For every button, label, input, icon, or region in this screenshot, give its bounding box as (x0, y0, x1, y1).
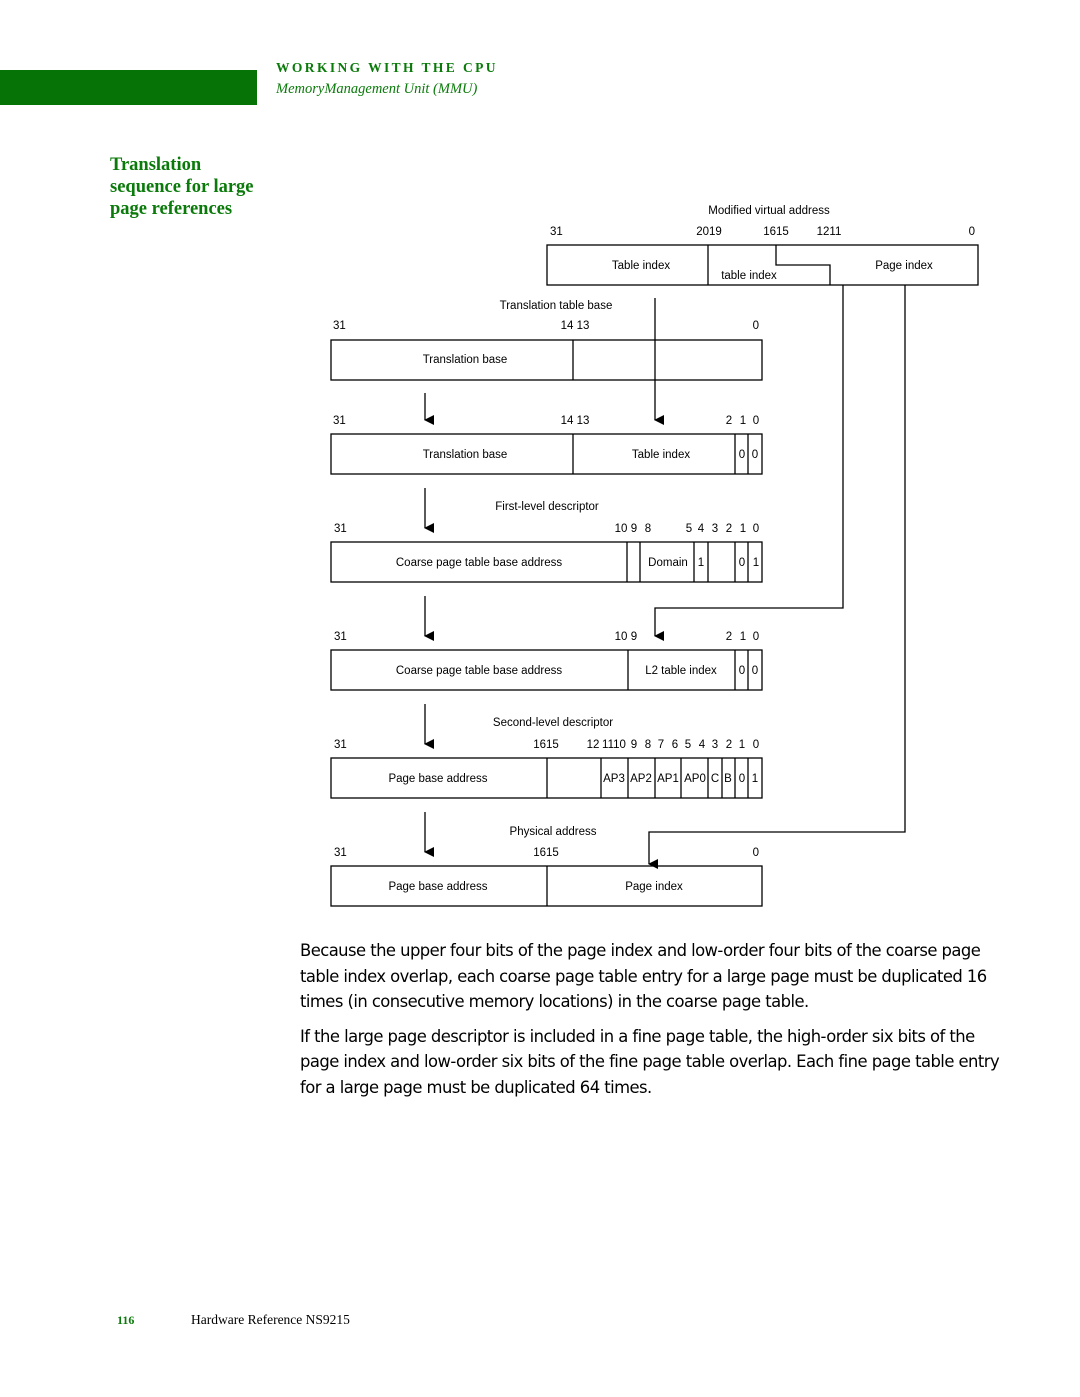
first-level-address (330, 433, 763, 475)
ttb-title: Translation table base (500, 300, 613, 312)
bit-label: 9 (631, 631, 637, 643)
field-label: C (711, 773, 719, 785)
field-label: AP2 (630, 773, 652, 785)
bit-label: 0 (753, 523, 759, 535)
bit-label: 2 (726, 415, 732, 427)
bit-label: 1615 (763, 226, 789, 238)
mva-overlap-divider (775, 245, 831, 285)
field-label: Coarse page table base address (396, 557, 562, 569)
bit-label: 31 (334, 631, 347, 643)
field-label: Page base address (388, 881, 487, 893)
field-label: 0 (739, 665, 745, 677)
translation-diagram: Modified virtual address 31 2019 1615 12… (330, 205, 979, 907)
bit-label: 12 (587, 739, 600, 751)
bit-label: 0 (753, 320, 759, 332)
field-label: Page base address (388, 773, 487, 785)
field-label: 1 (752, 773, 758, 785)
fld-title: First-level descriptor (495, 501, 599, 513)
field-label: Table index (632, 449, 690, 461)
bit-label: 2 (726, 739, 732, 751)
field-label: 0 (739, 773, 745, 785)
document-title: Hardware Reference NS9215 (191, 1312, 350, 1327)
fla-box (330, 433, 763, 475)
paragraph: Because the upper four bits of the page … (300, 941, 987, 1011)
bit-label: 1211 (817, 226, 842, 238)
field-label: Page index (875, 260, 933, 272)
field-label: 1 (753, 557, 759, 569)
bit-label: 2 (726, 631, 732, 643)
field-label: AP0 (684, 773, 706, 785)
bit-label: 0 (969, 226, 975, 238)
bit-label: 14 13 (561, 415, 590, 427)
bit-label: 5 (685, 739, 691, 751)
bit-label: 2019 (696, 226, 722, 238)
bit-label: 10 (615, 631, 628, 643)
bit-label: 31 (333, 415, 346, 427)
pa-title: Physical address (510, 826, 597, 838)
bit-label: 14 13 (561, 320, 590, 332)
bit-label: 6 (672, 739, 678, 751)
bit-label: 3 (712, 739, 718, 751)
field-label: Domain (648, 557, 688, 569)
bit-label: 0 (753, 631, 759, 643)
bit-label: 31 (334, 523, 347, 535)
field-label: Table index (612, 260, 670, 272)
body-text: Because the upper four bits of the page … (300, 938, 1000, 1109)
field-label: 0 (752, 449, 758, 461)
bit-label: 0 (753, 415, 759, 427)
bit-label: 3 (712, 523, 718, 535)
bit-label: 1 (740, 523, 746, 535)
bit-label: 10 (615, 523, 628, 535)
bit-label: 1 (740, 415, 746, 427)
field-label: 0 (739, 449, 745, 461)
sld-title: Second-level descriptor (493, 717, 613, 729)
field-label: 1 (698, 557, 704, 569)
bit-label: 1 (739, 739, 745, 751)
field-label: 0 (752, 665, 758, 677)
field-label: L2 table index (645, 665, 717, 677)
bit-label: 31 (334, 847, 347, 859)
bit-label: 5 (686, 523, 692, 535)
ttb-box (330, 339, 763, 381)
bit-label: 2 (726, 523, 732, 535)
bit-label: 4 (699, 739, 706, 751)
field-label: B (724, 773, 732, 785)
bit-label: 8 (645, 739, 651, 751)
bit-label: 31 (550, 226, 563, 238)
bit-label: 31 (333, 320, 346, 332)
field-label: Translation base (423, 354, 508, 366)
ttb-register (330, 339, 763, 381)
bit-label: 4 (698, 523, 705, 535)
field-label: Translation base (423, 449, 508, 461)
bit-label: 1 (740, 631, 746, 643)
mva-title: Modified virtual address (708, 205, 830, 217)
bit-label: 9 (631, 739, 637, 751)
field-label: Coarse page table base address (396, 665, 562, 677)
field-label: AP1 (657, 773, 679, 785)
bit-label: 0 (753, 847, 759, 859)
bit-label: 7 (658, 739, 664, 751)
field-label: 0 (739, 557, 745, 569)
bit-label: 1615 (533, 847, 559, 859)
page-number: 116 (117, 1313, 135, 1327)
bit-label: 1615 (533, 739, 559, 751)
paragraph: If the large page descriptor is included… (300, 1026, 1000, 1097)
field-label: Page index (625, 881, 683, 893)
bit-label: 0 (753, 739, 759, 751)
field-label: AP3 (603, 773, 625, 785)
bit-label: 31 (334, 739, 347, 751)
bit-label: 8 (645, 523, 651, 535)
field-label: table index (721, 270, 777, 282)
bit-label: 9 (631, 523, 637, 535)
bit-label: 1110 (602, 739, 626, 751)
